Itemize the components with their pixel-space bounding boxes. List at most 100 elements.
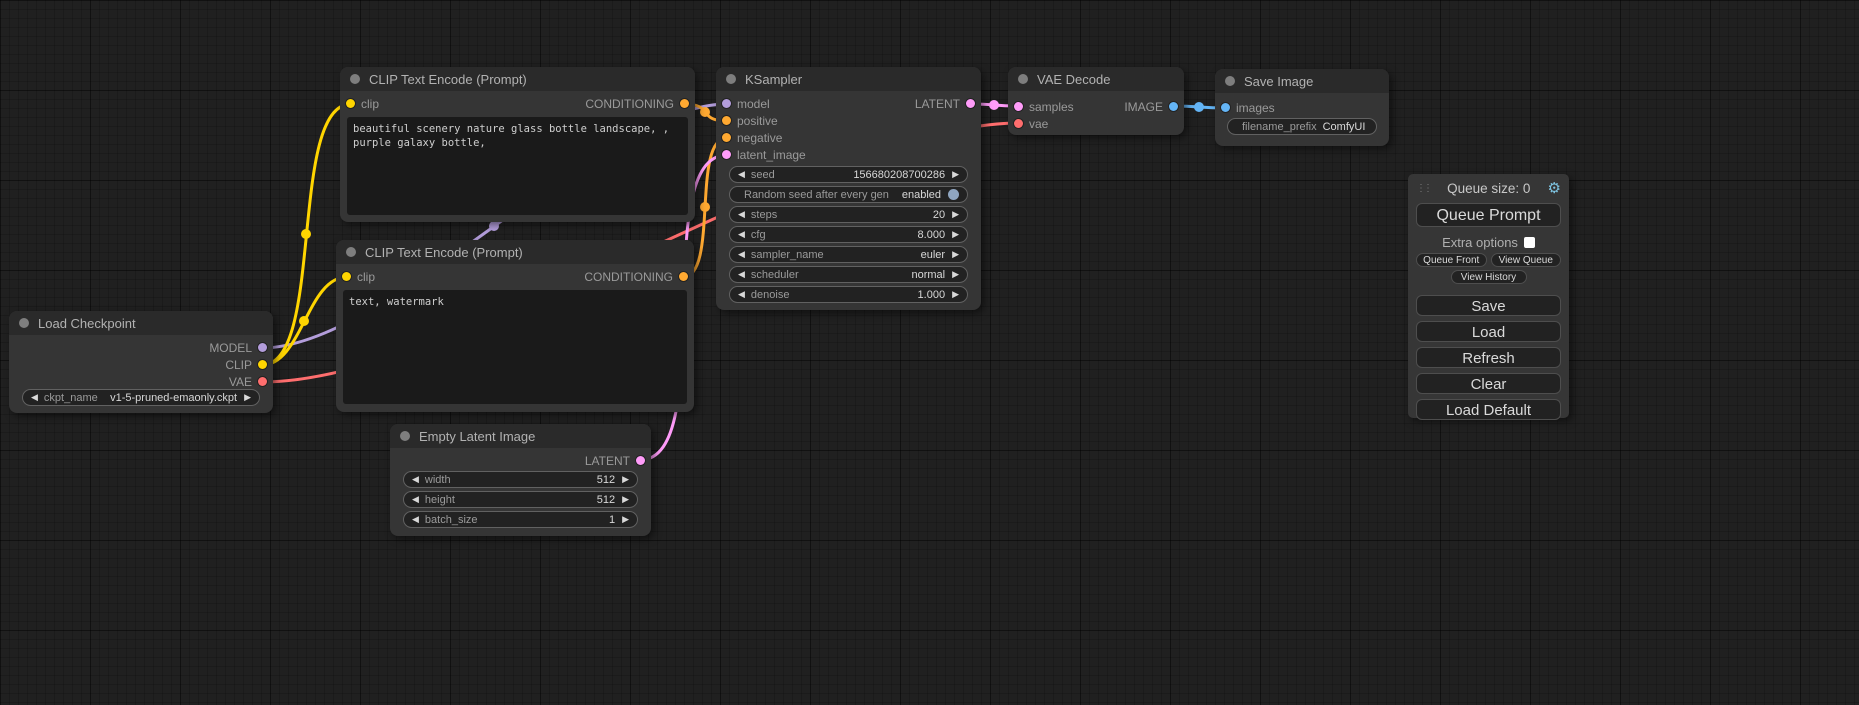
- node-save-image[interactable]: Save Image images filename_prefix ComfyU…: [1215, 69, 1389, 146]
- output-conditioning[interactable]: CONDITIONING: [584, 268, 688, 285]
- collapse-dot-icon[interactable]: [346, 247, 356, 257]
- refresh-button[interactable]: Refresh: [1416, 347, 1561, 368]
- input-vae[interactable]: vae: [1014, 115, 1048, 132]
- input-positive[interactable]: positive: [722, 112, 778, 129]
- decrement-arrow-icon[interactable]: ◀: [738, 170, 745, 179]
- output-model[interactable]: MODEL: [209, 339, 267, 356]
- node-title-bar[interactable]: Empty Latent Image: [390, 424, 651, 448]
- increment-arrow-icon[interactable]: ▶: [952, 270, 959, 279]
- collapse-dot-icon[interactable]: [1225, 76, 1235, 86]
- conditioning-port-dot[interactable]: [679, 272, 688, 281]
- input-latent-image[interactable]: latent_image: [722, 146, 806, 163]
- clear-button[interactable]: Clear: [1416, 373, 1561, 394]
- load-button[interactable]: Load: [1416, 321, 1561, 342]
- collapse-dot-icon[interactable]: [726, 74, 736, 84]
- latent-port-dot[interactable]: [966, 99, 975, 108]
- decrement-arrow-icon[interactable]: ◀: [738, 250, 745, 259]
- output-latent[interactable]: LATENT: [585, 452, 645, 469]
- input-clip[interactable]: clip: [346, 95, 379, 112]
- width-widget[interactable]: ◀ width 512 ▶: [403, 471, 638, 488]
- node-title-bar[interactable]: CLIP Text Encode (Prompt): [336, 240, 694, 264]
- conditioning-port-dot[interactable]: [722, 133, 731, 142]
- view-queue-button[interactable]: View Queue: [1491, 253, 1562, 267]
- filename-prefix-widget[interactable]: filename_prefix ComfyUI: [1227, 118, 1377, 135]
- node-title-bar[interactable]: VAE Decode: [1008, 67, 1184, 91]
- input-samples[interactable]: samples: [1014, 98, 1074, 115]
- seed-widget[interactable]: ◀ seed 156680208700286 ▶: [729, 166, 968, 183]
- conditioning-port-dot[interactable]: [722, 116, 731, 125]
- increment-arrow-icon[interactable]: ▶: [622, 515, 629, 524]
- collapse-dot-icon[interactable]: [400, 431, 410, 441]
- collapse-dot-icon[interactable]: [350, 74, 360, 84]
- cfg-widget[interactable]: ◀ cfg 8.000 ▶: [729, 226, 968, 243]
- height-widget[interactable]: ◀ height 512 ▶: [403, 491, 638, 508]
- output-clip[interactable]: CLIP: [225, 356, 267, 373]
- output-conditioning[interactable]: CONDITIONING: [585, 95, 689, 112]
- increment-arrow-icon[interactable]: ▶: [952, 170, 959, 179]
- collapse-dot-icon[interactable]: [1018, 74, 1028, 84]
- latent-port-dot[interactable]: [722, 150, 731, 159]
- collapse-dot-icon[interactable]: [19, 318, 29, 328]
- scheduler-widget[interactable]: ◀ scheduler normal ▶: [729, 266, 968, 283]
- save-button[interactable]: Save: [1416, 295, 1561, 316]
- extra-options-checkbox[interactable]: [1524, 237, 1535, 248]
- decrement-arrow-icon[interactable]: ◀: [412, 515, 419, 524]
- latent-port-dot[interactable]: [1014, 102, 1023, 111]
- queue-prompt-button[interactable]: Queue Prompt: [1416, 203, 1561, 227]
- increment-arrow-icon[interactable]: ▶: [952, 210, 959, 219]
- vae-port-dot[interactable]: [1014, 119, 1023, 128]
- output-latent[interactable]: LATENT: [915, 95, 975, 112]
- latent-port-dot[interactable]: [636, 456, 645, 465]
- model-port-dot[interactable]: [258, 343, 267, 352]
- output-image[interactable]: IMAGE: [1124, 98, 1178, 115]
- decrement-arrow-icon[interactable]: ◀: [412, 495, 419, 504]
- input-images[interactable]: images: [1221, 99, 1275, 116]
- clip-port-dot[interactable]: [258, 360, 267, 369]
- decrement-arrow-icon[interactable]: ◀: [738, 210, 745, 219]
- node-title-bar[interactable]: Save Image: [1215, 69, 1389, 93]
- increment-arrow-icon[interactable]: ▶: [244, 393, 251, 402]
- model-port-dot[interactable]: [722, 99, 731, 108]
- vae-port-dot[interactable]: [258, 377, 267, 386]
- decrement-arrow-icon[interactable]: ◀: [738, 290, 745, 299]
- prompt-textarea[interactable]: text, watermark: [343, 290, 687, 404]
- node-clip-text-encode-negative[interactable]: CLIP Text Encode (Prompt) clip CONDITION…: [336, 240, 694, 412]
- denoise-widget[interactable]: ◀ denoise 1.000 ▶: [729, 286, 968, 303]
- increment-arrow-icon[interactable]: ▶: [952, 230, 959, 239]
- load-default-button[interactable]: Load Default: [1416, 399, 1561, 420]
- decrement-arrow-icon[interactable]: ◀: [738, 230, 745, 239]
- node-title-bar[interactable]: CLIP Text Encode (Prompt): [340, 67, 695, 91]
- steps-widget[interactable]: ◀ steps 20 ▶: [729, 206, 968, 223]
- node-ksampler[interactable]: KSampler model positive negative latent_…: [716, 67, 981, 310]
- decrement-arrow-icon[interactable]: ◀: [412, 475, 419, 484]
- drag-handle-icon[interactable]: ⋮⋮: [1416, 183, 1430, 194]
- prompt-textarea[interactable]: beautiful scenery nature glass bottle la…: [347, 117, 688, 215]
- clip-port-dot[interactable]: [342, 272, 351, 281]
- sampler-name-widget[interactable]: ◀ sampler_name euler ▶: [729, 246, 968, 263]
- increment-arrow-icon[interactable]: ▶: [952, 290, 959, 299]
- increment-arrow-icon[interactable]: ▶: [622, 475, 629, 484]
- decrement-arrow-icon[interactable]: ◀: [738, 270, 745, 279]
- toggle-enabled-icon[interactable]: [948, 189, 959, 200]
- input-clip[interactable]: clip: [342, 268, 375, 285]
- increment-arrow-icon[interactable]: ▶: [952, 250, 959, 259]
- increment-arrow-icon[interactable]: ▶: [622, 495, 629, 504]
- node-vae-decode[interactable]: VAE Decode samples vae IMAGE: [1008, 67, 1184, 135]
- node-empty-latent-image[interactable]: Empty Latent Image LATENT ◀ width 512 ▶ …: [390, 424, 651, 536]
- graph-canvas[interactable]: Load Checkpoint MODEL CLIP VAE ◀ ckpt_na…: [0, 0, 1859, 705]
- view-history-button[interactable]: View History: [1451, 270, 1527, 284]
- node-clip-text-encode-positive[interactable]: CLIP Text Encode (Prompt) clip CONDITION…: [340, 67, 695, 222]
- input-negative[interactable]: negative: [722, 129, 782, 146]
- node-title-bar[interactable]: KSampler: [716, 67, 981, 91]
- ckpt-name-widget[interactable]: ◀ ckpt_name v1-5-pruned-emaonly.ckpt ▶: [22, 389, 260, 406]
- node-title-bar[interactable]: Load Checkpoint: [9, 311, 273, 335]
- random-seed-widget[interactable]: Random seed after every gen enabled: [729, 186, 968, 203]
- queue-front-button[interactable]: Queue Front: [1416, 253, 1487, 267]
- settings-gear-icon[interactable]: ⚙: [1548, 179, 1561, 197]
- output-vae[interactable]: VAE: [229, 373, 267, 390]
- decrement-arrow-icon[interactable]: ◀: [31, 393, 38, 402]
- node-load-checkpoint[interactable]: Load Checkpoint MODEL CLIP VAE ◀ ckpt_na…: [9, 311, 273, 413]
- image-port-dot[interactable]: [1221, 103, 1230, 112]
- conditioning-port-dot[interactable]: [680, 99, 689, 108]
- input-model[interactable]: model: [722, 95, 770, 112]
